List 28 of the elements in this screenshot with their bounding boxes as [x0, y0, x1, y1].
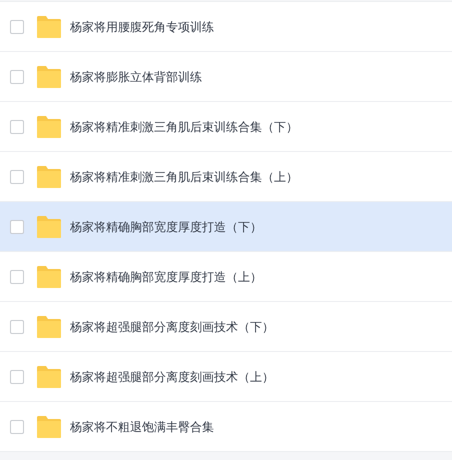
folder-icon [37, 166, 61, 188]
folder-icon [37, 266, 61, 288]
folder-name[interactable]: 杨家将用腰腹死角专项训练 [70, 18, 214, 36]
folder-name[interactable]: 杨家将精确胸部宽度厚度打造（上） [70, 268, 262, 286]
folder-icon [37, 416, 61, 438]
folder-icon [37, 216, 61, 238]
folder-icon [37, 66, 61, 88]
folder-name[interactable]: 杨家将膨胀立体背部训练 [70, 68, 202, 86]
folder-name[interactable]: 杨家将超强腿部分离度刻画技术（上） [70, 368, 274, 386]
folder-name[interactable]: 杨家将超强腿部分离度刻画技术（下） [70, 318, 274, 336]
folder-row[interactable]: 杨家将精确胸部宽度厚度打造（下） [0, 202, 452, 252]
folder-icon [37, 116, 61, 138]
checkbox[interactable] [10, 70, 24, 84]
folder-name[interactable]: 杨家将精准刺激三角肌后束训练合集（上） [70, 168, 298, 186]
folder-name[interactable]: 杨家将不粗退饱满丰臀合集 [70, 418, 214, 436]
checkbox[interactable] [10, 320, 24, 334]
folder-name[interactable]: 杨家将精确胸部宽度厚度打造（下） [70, 218, 262, 236]
folder-icon [37, 316, 61, 338]
folder-name[interactable]: 杨家将精准刺激三角肌后束训练合集（下） [70, 118, 298, 136]
checkbox[interactable] [10, 270, 24, 284]
folder-icon [37, 366, 61, 388]
checkbox[interactable] [10, 170, 24, 184]
checkbox[interactable] [10, 220, 24, 234]
checkbox[interactable] [10, 370, 24, 384]
checkbox[interactable] [10, 20, 24, 34]
folder-icon [37, 16, 61, 38]
checkbox[interactable] [10, 420, 24, 434]
checkbox[interactable] [10, 120, 24, 134]
